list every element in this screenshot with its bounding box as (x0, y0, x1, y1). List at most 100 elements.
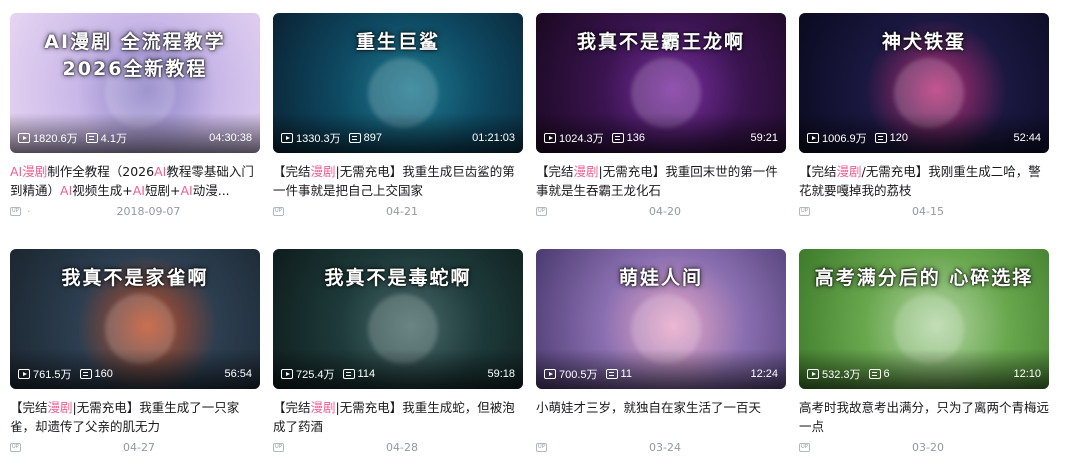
video-duration: 12:24 (750, 368, 778, 380)
video-card[interactable]: 神犬铁蛋 1006.9万 120 52:44 【完结漫剧/无需充电】我刚重生成二哈，警花… (799, 13, 1049, 237)
video-title[interactable]: 【完结漫剧|无需充电】我重生成巨齿鲨的第一件事就是把自己上交国家 (273, 162, 523, 200)
title-text: 动漫... (192, 183, 230, 198)
view-count: 532.3万 (807, 366, 861, 382)
title-keyword-highlight: AI漫剧 (10, 164, 48, 179)
view-count: 1820.6万 (18, 130, 78, 146)
video-card[interactable]: 我真不是霸王龙啊 1024.3万 136 59:21 【完结漫剧|无需充电】我重回末世的… (536, 13, 786, 237)
title-text: 【完结 (273, 164, 311, 179)
publish-date: 04-21 (386, 205, 418, 218)
video-stats: 1006.9万 120 52:44 (807, 130, 1041, 146)
video-card[interactable]: 高考满分后的 心碎选择 532.3万 6 12:10 高考时我故意考出满分，只为了离两个… (799, 249, 1049, 473)
view-count: 1330.3万 (281, 130, 341, 146)
up-badge-icon: UP (273, 443, 284, 452)
danmaku-count-value: 11 (620, 368, 632, 380)
title-keyword-highlight: 漫剧 (310, 400, 336, 415)
up-badge-icon: UP (799, 207, 810, 216)
video-meta: UP 04-15 (799, 205, 1049, 218)
video-card[interactable]: 重生巨鲨 1330.3万 897 01:21:03 【完结漫剧|无需充电】我重生成巨齿鲨… (273, 13, 523, 237)
view-count: 1006.9万 (807, 130, 867, 146)
publish-date: 04-15 (912, 205, 944, 218)
view-count-value: 1330.3万 (296, 133, 341, 145)
video-meta: UP 03-24 (536, 441, 786, 454)
video-card[interactable]: 我真不是家雀啊 761.5万 160 56:54 【完结漫剧|无需充电】我重生成了一只家… (10, 249, 260, 473)
video-meta: UP 04-21 (273, 205, 523, 218)
video-card[interactable]: 我真不是毒蛇啊 725.4万 114 59:18 【完结漫剧|无需充电】我重生成蛇，但被… (273, 249, 523, 473)
danmaku-icon (342, 369, 355, 379)
danmaku-count: 160 (79, 368, 113, 380)
video-meta: UP 04-20 (536, 205, 786, 218)
danmaku-icon (605, 369, 618, 379)
video-thumbnail[interactable]: 高考满分后的 心碎选择 532.3万 6 12:10 (799, 249, 1049, 389)
video-card[interactable]: AI漫剧 全流程教学 2026全新教程 1820.6万 4.1万 04:30:38 AI… (10, 13, 260, 237)
publish-date: 03-20 (912, 441, 944, 454)
thumbnail-title-art: 高考满分后的 心碎选择 (814, 267, 1034, 289)
video-thumbnail[interactable]: 我真不是家雀啊 761.5万 160 56:54 (10, 249, 260, 389)
video-thumbnail[interactable]: 我真不是霸王龙啊 1024.3万 136 59:21 (536, 13, 786, 153)
danmaku-icon (611, 133, 624, 143)
view-count-value: 532.3万 (822, 369, 861, 381)
title-keyword-highlight: AI (180, 183, 193, 198)
danmaku-count-value: 160 (94, 368, 113, 380)
danmaku-icon (348, 133, 361, 143)
thumbnail-title-art: 重生巨鲨 (355, 31, 440, 53)
video-meta: UP 03-20 (799, 441, 1049, 454)
view-count: 1024.3万 (544, 130, 604, 146)
video-duration: 52:44 (1013, 132, 1041, 144)
title-text: 视频生成+ (72, 183, 133, 198)
danmaku-icon (79, 369, 92, 379)
video-stats: 1330.3万 897 01:21:03 (281, 130, 515, 146)
up-badge-icon: UP (10, 207, 21, 216)
thumbnail-title-art: 我真不是毒蛇啊 (324, 267, 472, 289)
title-keyword-highlight: 漫剧 (836, 164, 862, 179)
video-thumbnail[interactable]: 萌娃人间 700.5万 11 12:24 (536, 249, 786, 389)
thumbnail-title-art: 我真不是家雀啊 (61, 267, 209, 289)
view-count-value: 1024.3万 (559, 133, 604, 145)
up-badge-icon: UP (536, 207, 547, 216)
video-duration: 12:10 (1013, 368, 1041, 380)
video-duration: 59:21 (750, 132, 778, 144)
title-text: 【完结 (536, 164, 574, 179)
video-duration: 04:30:38 (209, 132, 252, 144)
danmaku-count: 11 (605, 368, 632, 380)
title-text: 高考时我故意考出满分，只为了离两个青梅远一点 (799, 400, 1049, 434)
publish-date: 04-28 (386, 441, 418, 454)
danmaku-icon (868, 369, 881, 379)
video-meta: UP 04-27 (10, 441, 260, 454)
video-meta: UP 04-28 (273, 441, 523, 454)
danmaku-count-value: 114 (357, 368, 376, 380)
title-keyword-highlight: 漫剧 (573, 164, 599, 179)
title-keyword-highlight: 漫剧 (47, 400, 73, 415)
thumbnail-title-art: 萌娃人间 (618, 267, 703, 289)
title-keyword-highlight: 漫剧 (310, 164, 336, 179)
video-stats: 725.4万 114 59:18 (281, 366, 515, 382)
thumbnail-title-art: 神犬铁蛋 (881, 31, 966, 53)
view-count-value: 725.4万 (296, 369, 335, 381)
video-thumbnail[interactable]: AI漫剧 全流程教学 2026全新教程 1820.6万 4.1万 04:30:38 (10, 13, 260, 153)
title-text: 【完结 (10, 400, 48, 415)
video-duration: 59:18 (487, 368, 515, 380)
video-card[interactable]: 萌娃人间 700.5万 11 12:24 小萌娃才三岁，就独自在家生活了一百天 UP 03-… (536, 249, 786, 473)
danmaku-icon (85, 133, 98, 143)
danmaku-count: 120 (874, 132, 908, 144)
video-thumbnail[interactable]: 神犬铁蛋 1006.9万 120 52:44 (799, 13, 1049, 153)
view-count: 761.5万 (18, 366, 72, 382)
publish-date: 03-24 (649, 441, 681, 454)
video-title[interactable]: AI漫剧制作全教程（2026AI教程零基础入门到精通）AI视频生成+AI短剧+A… (10, 162, 260, 200)
play-icon (544, 369, 556, 379)
video-title[interactable]: 【完结漫剧/无需充电】我刚重生成二哈，警花就要嘎掉我的荔枝 (799, 162, 1049, 200)
video-thumbnail[interactable]: 我真不是毒蛇啊 725.4万 114 59:18 (273, 249, 523, 389)
danmaku-count-value: 4.1万 (100, 133, 127, 145)
publish-date: 04-20 (649, 205, 681, 218)
video-thumbnail[interactable]: 重生巨鲨 1330.3万 897 01:21:03 (273, 13, 523, 153)
video-title[interactable]: 【完结漫剧|无需充电】我重生成了一只家雀，却遗传了父亲的肌无力 (10, 398, 260, 436)
title-text: 制作全教程（2026 (47, 164, 155, 179)
video-title[interactable]: 高考时我故意考出满分，只为了离两个青梅远一点 (799, 398, 1049, 436)
title-keyword-highlight: AI (132, 183, 145, 198)
video-title[interactable]: 【完结漫剧|无需充电】我重回末世的第一件事就是生吞霸王龙化石 (536, 162, 786, 200)
up-badge-icon: UP (10, 443, 21, 452)
video-title[interactable]: 小萌娃才三岁，就独自在家生活了一百天 (536, 398, 786, 436)
video-meta: UP · 2018-09-07 (10, 205, 260, 218)
play-icon (807, 133, 819, 143)
uploader-name[interactable]: · (27, 205, 31, 218)
video-title[interactable]: 【完结漫剧|无需充电】我重生成蛇，但被泡成了药酒 (273, 398, 523, 436)
